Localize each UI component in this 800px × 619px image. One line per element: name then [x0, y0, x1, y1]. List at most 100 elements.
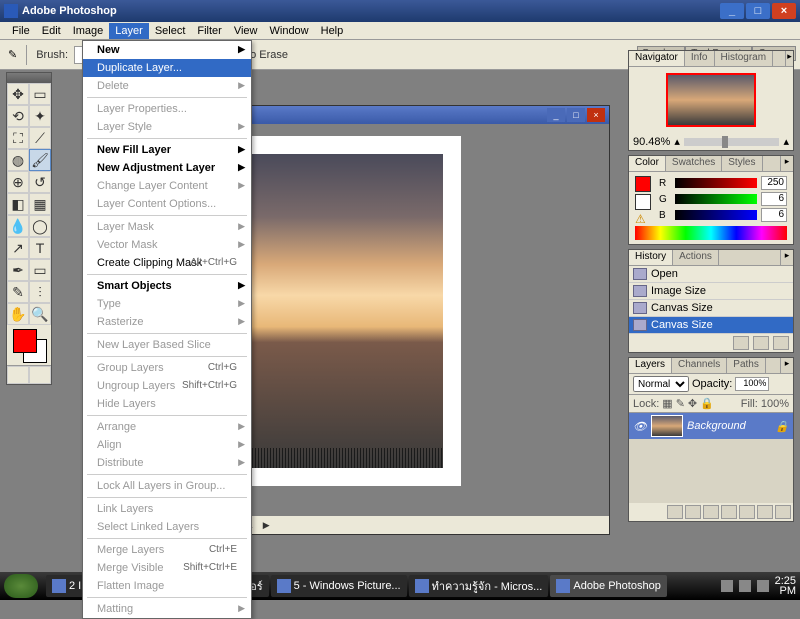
history-new-doc-button[interactable] — [733, 336, 749, 350]
history-trash-button[interactable] — [773, 336, 789, 350]
layer-mask-button[interactable] — [703, 505, 719, 519]
taskbar-button[interactable]: ทำความรู้จัก - Micros... — [409, 575, 549, 597]
layer-thumbnail[interactable] — [651, 415, 683, 437]
notes-tool[interactable]: ✎ — [7, 281, 29, 303]
crop-tool[interactable]: ⛶ — [7, 127, 29, 149]
start-button[interactable] — [4, 574, 38, 598]
lock-brush-icon[interactable]: ✎ — [676, 397, 685, 410]
history-brush-tool[interactable]: ↺ — [29, 171, 51, 193]
menu-item-new-adjustment-layer[interactable]: New Adjustment Layer▶ — [83, 159, 251, 177]
tab-styles[interactable]: Styles — [722, 156, 762, 171]
navigator-thumbnail[interactable] — [666, 73, 756, 127]
menu-file[interactable]: File — [6, 23, 36, 39]
maximize-button[interactable]: □ — [746, 3, 770, 19]
close-button[interactable]: × — [772, 3, 796, 19]
menu-item-duplicate-layer-[interactable]: Duplicate Layer... — [83, 59, 251, 77]
lock-transparency-icon[interactable]: ▦ — [662, 397, 672, 410]
tray-icon[interactable] — [757, 580, 769, 592]
green-slider[interactable] — [675, 194, 757, 204]
link-layers-button[interactable] — [667, 505, 683, 519]
type-tool[interactable]: T — [29, 237, 51, 259]
menu-item-new[interactable]: New▶ — [83, 41, 251, 59]
gradient-tool[interactable]: ▦ — [29, 193, 51, 215]
tab-histogram[interactable]: Histogram — [715, 51, 774, 66]
taskbar-button[interactable]: Adobe Photoshop — [550, 575, 666, 597]
taskbar-button[interactable]: 5 - Windows Picture... — [271, 575, 407, 597]
blur-tool[interactable]: 💧 — [7, 215, 29, 237]
slice-tool[interactable]: ⟋ — [29, 127, 51, 149]
layer-row[interactable]: 👁 Background 🔒 — [629, 413, 793, 439]
lock-all-icon[interactable]: 🔒 — [700, 397, 714, 410]
color-spectrum[interactable] — [635, 226, 787, 240]
heal-tool[interactable]: ◍ — [7, 149, 29, 171]
new-layer-button[interactable] — [757, 505, 773, 519]
pen-tool[interactable]: ✒ — [7, 259, 29, 281]
tab-history[interactable]: History — [629, 250, 673, 265]
tab-info[interactable]: Info — [685, 51, 715, 66]
menu-edit[interactable]: Edit — [36, 23, 67, 39]
panel-menu-icon[interactable]: ▸ — [781, 250, 793, 265]
zoom-slider[interactable] — [684, 138, 780, 146]
tab-layers[interactable]: Layers — [629, 358, 672, 373]
menu-item-smart-objects[interactable]: Smart Objects▶ — [83, 277, 251, 295]
path-tool[interactable]: ↗ — [7, 237, 29, 259]
shape-tool[interactable]: ▭ — [29, 259, 51, 281]
minimize-button[interactable]: _ — [720, 3, 744, 19]
doc-close-button[interactable]: × — [587, 108, 605, 122]
blend-mode-select[interactable]: Normal — [633, 376, 689, 392]
history-snapshot-button[interactable] — [753, 336, 769, 350]
wand-tool[interactable]: ✦ — [29, 105, 51, 127]
brush-tool[interactable]: 🖌 — [29, 149, 51, 171]
tab-channels[interactable]: Channels — [672, 358, 727, 373]
tab-navigator[interactable]: Navigator — [629, 51, 685, 66]
tray-icon[interactable] — [739, 580, 751, 592]
color-swatches[interactable] — [7, 325, 51, 365]
group-button[interactable] — [739, 505, 755, 519]
screenmode-button[interactable] — [29, 366, 51, 384]
menu-window[interactable]: Window — [264, 23, 315, 39]
tray-icon[interactable] — [721, 580, 733, 592]
blue-slider[interactable] — [675, 210, 757, 220]
marquee-tool[interactable]: ▭ — [29, 83, 51, 105]
eyedropper-tool[interactable]: ⫶ — [29, 281, 51, 303]
menu-help[interactable]: Help — [315, 23, 350, 39]
green-value[interactable]: 6 — [761, 192, 787, 206]
fg-color-swatch[interactable] — [13, 329, 37, 353]
tab-color[interactable]: Color — [629, 156, 666, 171]
history-item[interactable]: Image Size — [629, 283, 793, 300]
adjustment-layer-button[interactable] — [721, 505, 737, 519]
zoom-tool[interactable]: 🔍 — [29, 303, 51, 325]
layer-name[interactable]: Background — [687, 420, 746, 432]
red-value[interactable]: 250 — [761, 176, 787, 190]
quickmask-button[interactable] — [7, 366, 29, 384]
gamut-warning-icon[interactable]: ⚠ — [635, 212, 655, 226]
tab-swatches[interactable]: Swatches — [666, 156, 722, 171]
doc-maximize-button[interactable]: □ — [567, 108, 585, 122]
delete-layer-button[interactable] — [775, 505, 791, 519]
menu-item-create-clipping-mask[interactable]: Create Clipping MaskAlt+Ctrl+G — [83, 254, 251, 272]
opacity-input[interactable]: 100% — [735, 377, 769, 391]
history-item[interactable]: Open — [629, 266, 793, 283]
panel-menu-icon[interactable]: ▸ — [781, 156, 793, 171]
color-bg-swatch[interactable] — [635, 194, 651, 210]
color-fg-swatch[interactable] — [635, 176, 651, 192]
hand-tool[interactable]: ✋ — [7, 303, 29, 325]
menu-select[interactable]: Select — [149, 23, 192, 39]
clock[interactable]: 2:25PM — [775, 576, 796, 596]
lock-move-icon[interactable]: ✥ — [688, 397, 697, 410]
menu-filter[interactable]: Filter — [191, 23, 227, 39]
panel-menu-icon[interactable]: ▸ — [781, 358, 793, 373]
move-tool[interactable]: ✥ — [7, 83, 29, 105]
navigator-zoom[interactable]: 90.48% — [633, 136, 670, 148]
red-slider[interactable] — [675, 178, 757, 188]
menu-image[interactable]: Image — [67, 23, 110, 39]
eraser-tool[interactable]: ◧ — [7, 193, 29, 215]
zoom-in-icon[interactable]: ▴ — [783, 135, 789, 148]
history-item[interactable]: Canvas Size — [629, 317, 793, 334]
panel-menu-icon[interactable]: ▸ — [786, 51, 793, 66]
history-item[interactable]: Canvas Size — [629, 300, 793, 317]
tab-paths[interactable]: Paths — [727, 358, 766, 373]
visibility-icon[interactable]: 👁 — [633, 420, 647, 433]
menu-view[interactable]: View — [228, 23, 264, 39]
tab-actions[interactable]: Actions — [673, 250, 719, 265]
